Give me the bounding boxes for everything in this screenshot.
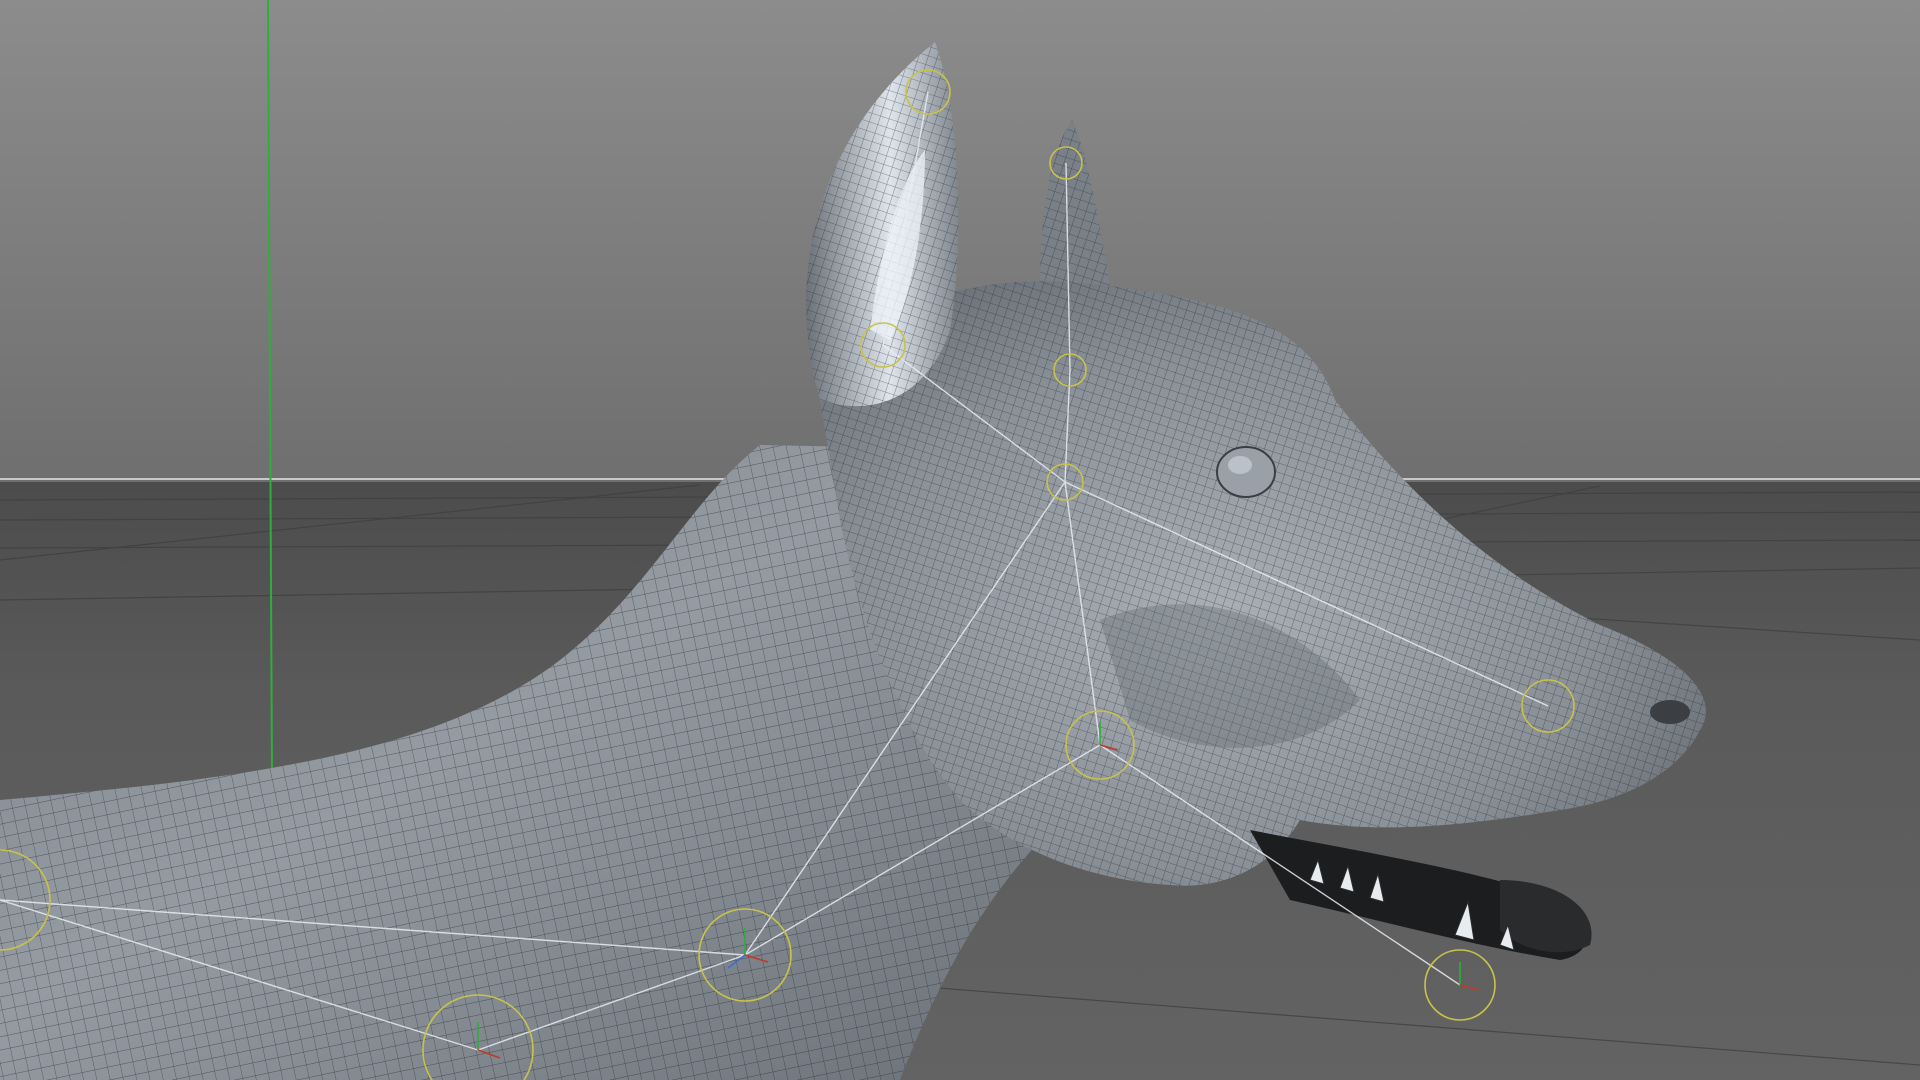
- viewport-scene[interactable]: [0, 0, 1920, 1080]
- 3d-viewport[interactable]: [0, 0, 1920, 1080]
- dog-nostril: [1650, 700, 1690, 724]
